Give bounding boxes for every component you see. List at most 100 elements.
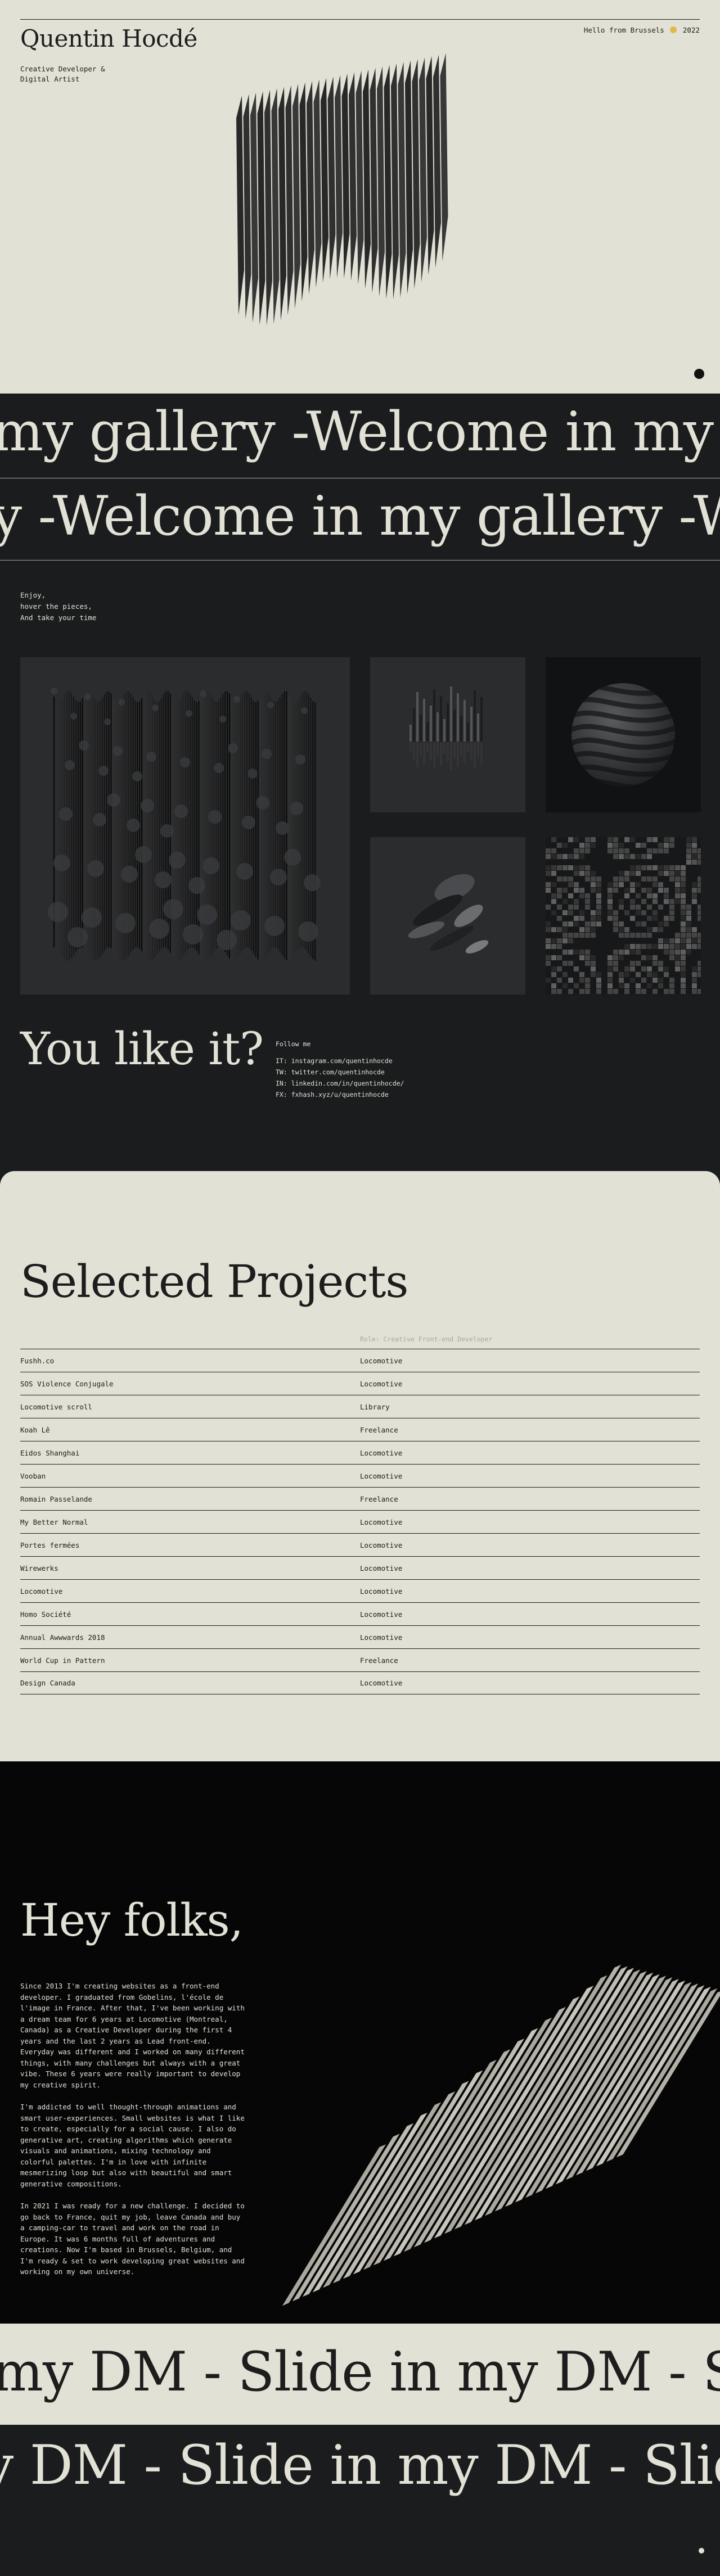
mosaic-cell — [608, 955, 613, 960]
mosaic-cell — [658, 865, 663, 870]
city-reflection — [464, 743, 466, 763]
project-name: Romain Passelande — [20, 1494, 92, 1503]
gallery-piece-city[interactable] — [370, 657, 525, 812]
mosaic-cell — [624, 910, 629, 915]
table-row[interactable]: Romain Passelande Freelance — [20, 1487, 700, 1510]
mosaic-cell — [579, 933, 584, 938]
mosaic-cell — [574, 916, 579, 921]
mosaic-cell — [613, 843, 618, 848]
table-row[interactable]: Fushh.co Locomotive — [20, 1349, 700, 1372]
project-role: Locomotive — [360, 1471, 403, 1480]
mosaic-cell — [652, 893, 658, 898]
table-row[interactable]: Locomotive Locomotive — [20, 1579, 700, 1602]
table-row[interactable]: Design Canada Locomotive — [20, 1671, 700, 1694]
gallery-piece-blobs[interactable] — [370, 837, 525, 995]
mosaic-cell — [585, 865, 590, 870]
art-blot — [135, 846, 152, 863]
mosaic-cell — [624, 989, 629, 994]
table-row[interactable]: Annual Awwwards 2018 Locomotive — [20, 1625, 700, 1648]
project-name: Wirewerks — [20, 1563, 58, 1572]
gallery-piece-vertical-lines[interactable] — [20, 657, 350, 995]
project-role: Locomotive — [360, 1448, 403, 1457]
mosaic-cell — [551, 983, 556, 988]
table-row[interactable]: Homo Société Locomotive — [20, 1602, 700, 1625]
table-row[interactable]: SOS Violence Conjugale Locomotive — [20, 1372, 700, 1395]
table-row[interactable]: My Better Normal Locomotive — [20, 1510, 700, 1533]
mosaic-cell — [698, 876, 701, 882]
mosaic-cell — [551, 910, 556, 915]
social-link-instagram[interactable]: IT: instagram.com/quentinhocde — [276, 1055, 404, 1066]
mosaic-cell — [658, 983, 663, 988]
mosaic-cell — [596, 978, 601, 983]
table-row[interactable]: Vooban Locomotive — [20, 1464, 700, 1487]
dm-marquee-row-2[interactable]: y DM - Slide in my DM - Slide in my DM -… — [0, 2425, 720, 2576]
mosaic-cell — [585, 927, 590, 932]
social-link-fxhash[interactable]: FX: fxhash.xyz/u/quentinhocde — [276, 1089, 404, 1100]
mosaic-cell — [664, 848, 669, 853]
mosaic-cell — [546, 865, 551, 870]
marquee-row-2: ry -Welcome in my gallery -Welcome in my… — [0, 478, 720, 562]
social-link-linkedin[interactable]: IN: linkedin.com/in/quentinhocde/ — [276, 1078, 404, 1089]
mosaic-cell — [562, 933, 568, 938]
city-tower — [420, 715, 422, 742]
hero-slice — [391, 63, 399, 300]
art-blot — [183, 924, 203, 944]
mosaic-cell — [557, 905, 562, 910]
projects-section: Selected Projects Role: Creative Front-e… — [0, 1171, 720, 1761]
mosaic-cell — [675, 933, 680, 938]
mosaic-cell — [624, 927, 629, 932]
mosaic-cell — [591, 871, 596, 876]
mosaic-cell — [681, 978, 686, 983]
mosaic-cell — [624, 854, 629, 859]
art-blot — [214, 763, 224, 773]
mosaic-cell — [652, 876, 658, 882]
hero-slice — [419, 57, 427, 282]
mosaic-cell — [585, 983, 590, 988]
mosaic-cell — [675, 950, 680, 955]
dm-marquee-row-1[interactable]: my DM - Slide in my DM - Slide in my DM … — [0, 2324, 720, 2425]
art-blot — [284, 849, 301, 866]
gallery-piece-sphere[interactable] — [546, 657, 701, 812]
mosaic-cell — [613, 882, 618, 887]
mosaic-cell — [579, 955, 584, 960]
social-link-twitter[interactable]: TW: twitter.com/quentinhocde — [276, 1066, 404, 1078]
mosaic-cell — [574, 854, 579, 859]
mosaic-cell — [546, 888, 551, 893]
mosaic-cell — [669, 876, 674, 882]
mosaic-cell — [698, 972, 701, 977]
mosaic-cell — [630, 944, 635, 949]
city-reflection — [477, 743, 479, 757]
mosaic-cell — [619, 899, 624, 904]
mosaic-cell — [647, 876, 652, 882]
mosaic-cell — [596, 916, 601, 921]
mosaic-cell — [669, 865, 674, 870]
table-row[interactable]: Koah Lê Freelance — [20, 1418, 700, 1441]
table-row[interactable]: Wirewerks Locomotive — [20, 1556, 700, 1579]
mosaic-cell — [681, 899, 686, 904]
mosaic-cell — [619, 876, 624, 882]
mosaic-cell — [681, 961, 686, 966]
hero-slice — [356, 70, 364, 284]
mosaic-cell — [596, 893, 601, 898]
mosaic-cell — [664, 837, 669, 842]
table-row[interactable]: Portes fermées Locomotive — [20, 1533, 700, 1556]
table-row[interactable]: Locomotive scroll Library — [20, 1395, 700, 1418]
mosaic-cell — [579, 843, 584, 848]
city-art — [410, 686, 483, 770]
mosaic-cell — [596, 910, 601, 915]
mosaic-cell — [664, 944, 669, 949]
table-row[interactable]: Eidos Shanghai Locomotive — [20, 1441, 700, 1464]
gallery-piece-pixel-mosaic[interactable] — [546, 837, 701, 995]
mosaic-cell — [613, 848, 618, 853]
mosaic-cell — [591, 933, 596, 938]
site-name[interactable]: Quentin Hocdé — [20, 25, 197, 52]
mosaic-cell — [562, 972, 568, 977]
mosaic-cell — [551, 955, 556, 960]
mosaic-cell — [664, 843, 669, 848]
art-blot — [219, 716, 226, 722]
city-tower — [480, 697, 483, 742]
mosaic-cell — [546, 927, 551, 932]
table-row[interactable]: World Cup in Pattern Freelance — [20, 1648, 700, 1671]
project-role: Locomotive — [360, 1633, 403, 1642]
mosaic-cell — [608, 848, 613, 853]
